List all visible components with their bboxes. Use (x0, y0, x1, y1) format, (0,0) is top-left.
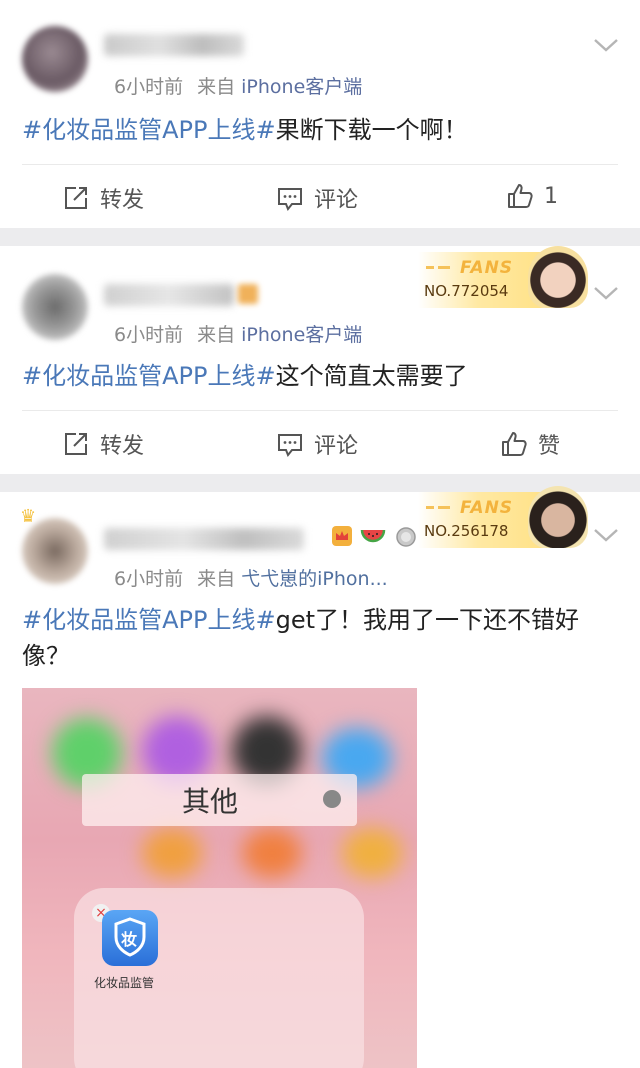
post-text: #化妆品监管APP上线#这个简直太需要了 (22, 358, 612, 394)
blurred-app-icon (342, 828, 402, 878)
topic-link[interactable]: #化妆品监管APP上线# (22, 362, 276, 390)
app-label: 化妆品监管 (94, 976, 155, 990)
avatar[interactable] (22, 26, 88, 92)
chevron-down-icon[interactable] (592, 36, 620, 54)
comment-icon (278, 188, 302, 211)
post-time: 6小时前 (114, 76, 184, 98)
fans-title: FANS (460, 258, 514, 278)
post-time: 6小时前 (114, 324, 184, 346)
app-folder: × 妆 化妆品监管 (74, 888, 364, 1068)
chevron-down-icon[interactable] (592, 526, 620, 544)
app-glyph: 妆 (121, 930, 138, 949)
divider (22, 410, 618, 411)
topic-link[interactable]: #化妆品监管APP上线# (22, 116, 276, 144)
repost-button[interactable]: 转发 (62, 428, 144, 460)
fans-number: NO.256178 (424, 522, 509, 540)
comment-label: 评论 (314, 188, 359, 213)
cosmetics-app-icon[interactable]: 妆 (102, 910, 158, 966)
clear-icon[interactable] (323, 790, 341, 808)
medal-icon (396, 527, 416, 547)
post-body: 这个简直太需要了 (275, 362, 468, 390)
avatar[interactable] (22, 518, 88, 584)
blurred-app-icon (242, 828, 302, 878)
repost-icon (65, 433, 87, 455)
repost-button[interactable]: 转发 (62, 182, 144, 214)
post-card: 6小时前 来自 iPhone客户端 #化妆品监管APP上线#果断下载一个啊！ 转发… (0, 0, 640, 228)
fans-avatar-icon (528, 246, 588, 308)
post-meta: 6小时前 来自 iPhone客户端 (114, 320, 362, 347)
watermelon-icon (360, 529, 386, 543)
source-device[interactable]: iPhone客户端 (241, 324, 362, 346)
like-label: 赞 (538, 434, 561, 459)
repost-icon (65, 187, 87, 209)
source-device[interactable]: 弋弋崽的iPhon... (241, 568, 388, 590)
post-text: #化妆品监管APP上线#get了！我用了一下还不错好像？ (22, 602, 612, 674)
folder-name: 其他 (182, 785, 239, 818)
folder-name-field[interactable]: 其他 (82, 774, 357, 826)
blurred-app-icon (142, 828, 202, 878)
source-prefix: 来自 (197, 324, 236, 346)
crown-icon: ♛ (20, 506, 37, 527)
comment-icon (278, 434, 302, 457)
post-meta: 6小时前 来自 iPhone客户端 (114, 72, 362, 99)
source-prefix: 来自 (197, 76, 236, 98)
username-blurred[interactable] (104, 284, 234, 306)
fans-badge[interactable]: FANS NO.256178 (418, 486, 588, 548)
like-count: 1 (544, 183, 558, 209)
source-device[interactable]: iPhone客户端 (241, 76, 362, 98)
comment-button[interactable]: 评论 (276, 182, 358, 214)
source-prefix: 来自 (197, 568, 236, 590)
fans-title: FANS (460, 498, 514, 518)
fans-number: NO.772054 (424, 282, 509, 300)
repost-label: 转发 (100, 188, 145, 213)
comment-button[interactable]: 评论 (276, 428, 358, 460)
avatar[interactable] (22, 274, 88, 340)
username-blurred[interactable] (104, 528, 304, 550)
topic-link[interactable]: #化妆品监管APP上线# (22, 606, 276, 634)
post-image[interactable]: 其他 × 妆 化妆品监管 (22, 688, 417, 1068)
post-card: FANS NO.772054 6小时前 来自 iPhone客户端 #化妆品监管AP… (0, 246, 640, 474)
like-icon (508, 184, 533, 208)
divider (22, 164, 618, 165)
like-button[interactable]: 1 (506, 182, 558, 210)
repost-label: 转发 (100, 434, 145, 459)
like-button[interactable]: 赞 (500, 428, 560, 460)
post-time: 6小时前 (114, 568, 184, 590)
user-badge-icon (238, 284, 258, 304)
chevron-down-icon[interactable] (592, 284, 620, 302)
like-icon (502, 432, 527, 456)
username-blurred[interactable] (104, 34, 244, 56)
stripes-icon (426, 506, 450, 509)
fans-badge[interactable]: FANS NO.772054 (418, 246, 588, 308)
post-meta: 6小时前 来自 弋弋崽的iPhon... (114, 564, 388, 591)
vip-crown-icon (332, 526, 352, 546)
stripes-icon (426, 266, 450, 269)
fans-avatar-icon (528, 486, 588, 548)
comment-label: 评论 (314, 434, 359, 459)
post-text: #化妆品监管APP上线#果断下载一个啊！ (22, 112, 612, 148)
post-card: ♛ FANS NO.256178 6小时前 来自 弋弋崽的iPhon... #化妆… (0, 486, 640, 1068)
post-body: 果断下载一个啊！ (275, 116, 468, 144)
